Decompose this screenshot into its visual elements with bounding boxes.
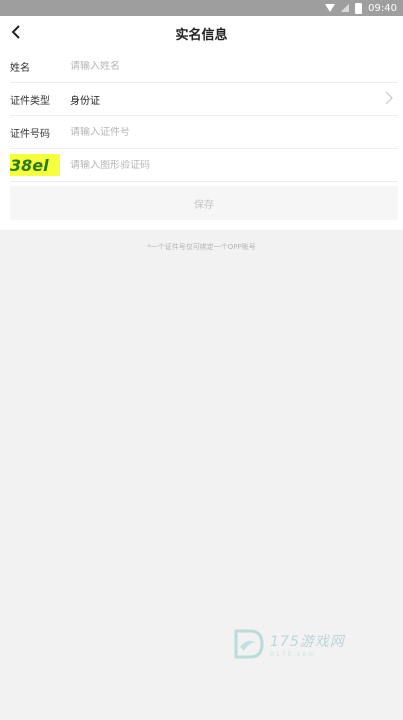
captcha-row: 38el — [10, 149, 398, 182]
id-type-row[interactable]: 证件类型 身份证 — [10, 83, 398, 116]
watermark-logo-icon — [234, 629, 264, 659]
name-label: 姓名 — [10, 62, 30, 74]
captcha-code: 38el — [10, 155, 49, 175]
watermark-subtext: 0175.com — [270, 650, 316, 658]
real-name-form: 姓名 证件类型 身份证 证件号码 38el 保存 — [0, 50, 403, 230]
captcha-image[interactable]: 38el — [10, 154, 60, 176]
page-header: 实名信息 — [0, 16, 403, 50]
chevron-right-icon — [385, 91, 393, 105]
name-input[interactable] — [70, 60, 370, 72]
chevron-left-icon — [11, 25, 20, 39]
id-number-row: 证件号码 — [10, 116, 398, 149]
signal-icon — [341, 4, 350, 12]
page-title: 实名信息 — [175, 27, 228, 43]
id-type-value: 身份证 — [70, 95, 100, 107]
wifi-icon — [325, 4, 336, 12]
status-time: 09:40 — [368, 2, 397, 14]
name-row: 姓名 — [10, 50, 398, 83]
save-button[interactable]: 保存 — [10, 186, 398, 220]
binding-tip: *一个证件号仅可绑定一个OPP账号 — [147, 243, 256, 251]
id-number-input[interactable] — [70, 126, 370, 138]
battery-icon — [355, 2, 363, 14]
id-number-label: 证件号码 — [10, 128, 50, 140]
watermark-text: 175游戏网 — [270, 633, 345, 650]
id-type-label: 证件类型 — [10, 95, 50, 107]
captcha-input[interactable] — [70, 159, 370, 171]
back-button[interactable] — [6, 22, 26, 42]
watermark: 175游戏网 0175.com — [232, 624, 362, 664]
status-bar: 09:40 — [0, 0, 403, 16]
